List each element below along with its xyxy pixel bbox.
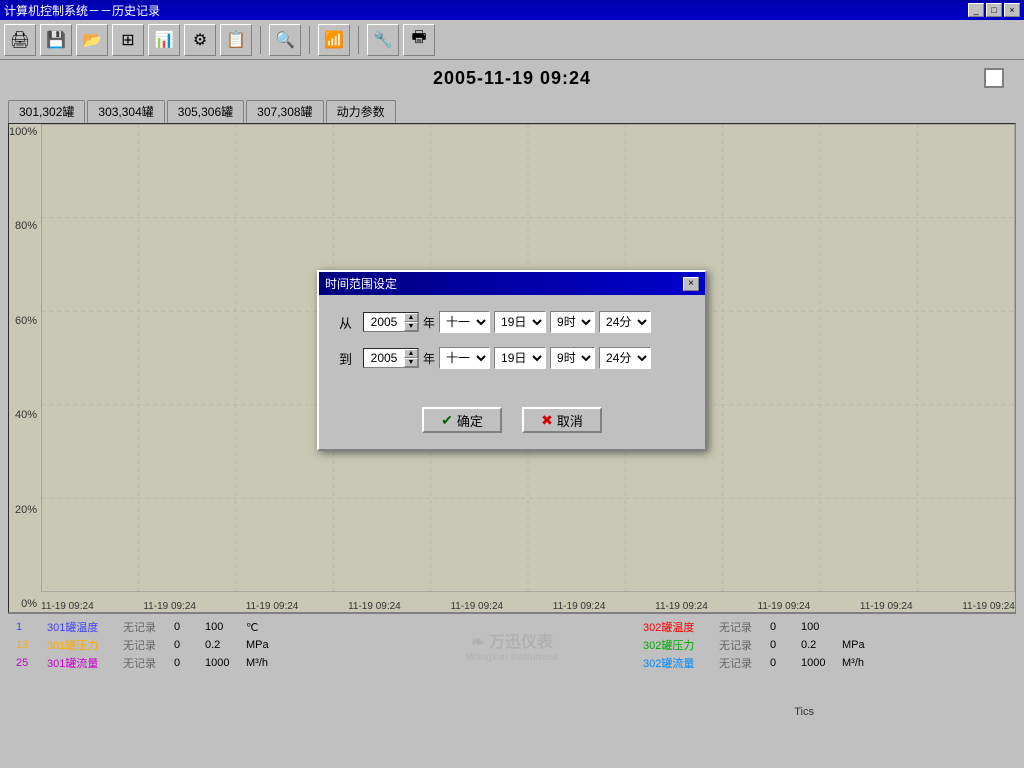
to-min-select[interactable]: 24分	[599, 347, 651, 369]
to-month-select[interactable]: 十一	[439, 347, 490, 369]
dialog-buttons: ✔ 确定 ✖ 取消	[319, 399, 705, 449]
dialog-cancel-button[interactable]: ✖ 取消	[522, 407, 602, 433]
dialog-to-label: 到	[339, 349, 359, 368]
from-min-select[interactable]: 24分	[599, 311, 651, 333]
to-day-select[interactable]: 19日	[494, 347, 546, 369]
to-hour-select[interactable]: 9时	[550, 347, 595, 369]
from-year-field[interactable]: ▲ ▼	[363, 312, 419, 332]
from-month-select[interactable]: 十一	[439, 311, 490, 333]
dialog-title-bar: 时间范围设定 ×	[319, 272, 705, 295]
to-year-spinbtns: ▲ ▼	[404, 349, 418, 367]
ok-icon: ✔	[441, 412, 453, 429]
dialog-close-button[interactable]: ×	[683, 277, 699, 291]
to-year-down[interactable]: ▼	[404, 358, 418, 367]
dialog-from-row: 从 ▲ ▼ 年 十一 19日	[339, 311, 685, 333]
to-year-label: 年	[423, 350, 435, 367]
from-year-spinbtns: ▲ ▼	[404, 313, 418, 331]
from-year-input[interactable]	[364, 315, 404, 329]
from-day-select[interactable]: 19日	[494, 311, 546, 333]
dialog-ok-button[interactable]: ✔ 确定	[422, 407, 502, 433]
dialog-title-text: 时间范围设定	[325, 275, 397, 292]
from-year-label: 年	[423, 314, 435, 331]
from-year-up[interactable]: ▲	[404, 313, 418, 322]
dialog-to-row: 到 ▲ ▼ 年 十一 19日	[339, 347, 685, 369]
to-year-input[interactable]	[364, 351, 404, 365]
from-year-down[interactable]: ▼	[404, 322, 418, 331]
ok-label: 确定	[457, 411, 483, 430]
to-year-up[interactable]: ▲	[404, 349, 418, 358]
cancel-icon: ✖	[541, 412, 553, 429]
modal-overlay: 时间范围设定 × 从 ▲ ▼ 年 十一	[0, 0, 1024, 768]
to-year-field[interactable]: ▲ ▼	[363, 348, 419, 368]
time-range-dialog: 时间范围设定 × 从 ▲ ▼ 年 十一	[317, 270, 707, 451]
dialog-body: 从 ▲ ▼ 年 十一 19日	[319, 295, 705, 399]
dialog-from-label: 从	[339, 313, 359, 332]
from-hour-select[interactable]: 9时	[550, 311, 595, 333]
cancel-label: 取消	[557, 411, 583, 430]
